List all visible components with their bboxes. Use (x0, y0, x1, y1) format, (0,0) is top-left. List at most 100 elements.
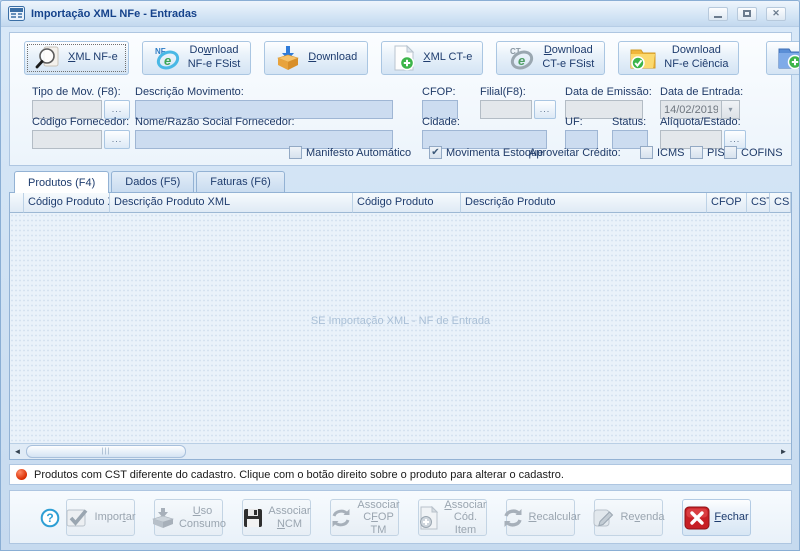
download-cte-fsist-button-label: DownloadCT-e FSist (542, 44, 594, 72)
checkbox-icms-label: ICMS (657, 147, 685, 159)
status-label: Status: (612, 116, 648, 128)
minimize-icon (714, 16, 722, 18)
descricao-movimento-field: Descrição Movimento: (135, 86, 393, 119)
app-window: Importação XML NFe - Entradas ✕ XML NF-e… (0, 0, 800, 551)
help-icon[interactable]: ? (40, 508, 60, 528)
tab-dados[interactable]: Dados (F5) (111, 171, 194, 192)
filial-field: Filial(F8): ... (480, 86, 556, 119)
titlebar: Importação XML NFe - Entradas ✕ (1, 1, 799, 27)
importar-button-label: Importar (95, 511, 136, 524)
col-descricao-produto[interactable]: Descrição Produto (461, 193, 707, 213)
associar-cfop-tm-button-label: AssociarCFOP TM (357, 499, 399, 537)
close-button[interactable]: ✕ (766, 7, 786, 21)
associar-ncm-button-label: AssociarNCM (268, 505, 310, 530)
download-nfe-fsist-button[interactable]: NFeDownloadNF-e FSist (142, 41, 252, 75)
unchecked-icon (690, 146, 703, 159)
aliquota-estado-label: Alíquota/Estado: (660, 116, 746, 128)
download-button[interactable]: Download (264, 41, 368, 75)
box-arrow-icon (151, 507, 175, 529)
filial-label: Filial(F8): (480, 86, 556, 98)
associar-cod-item-button-label: AssociarCód. Item (444, 499, 486, 537)
maximize-button[interactable] (737, 7, 757, 21)
checkbox-icms[interactable]: ICMS (640, 146, 685, 159)
download-nfe-ciencia-button[interactable]: DownloadNF-e Ciência (618, 41, 739, 75)
nfe-fsist-icon: NFe (153, 45, 181, 72)
alert-red-icon (16, 469, 27, 480)
checkbox-cofins[interactable]: COFINS (724, 146, 783, 159)
associar-ncm-button: AssociarNCM (242, 499, 311, 536)
xml-nfe-button[interactable]: XML NF-e (24, 41, 129, 75)
svg-text:e: e (164, 53, 171, 68)
footer-panel: ? Importar UsoConsumo AssociarNCM AssociarC… (9, 490, 792, 544)
status-message: Produtos com CST diferente do cadastro. … (34, 469, 564, 481)
check-icon (66, 507, 91, 529)
opcoes-button[interactable]: Opções + (766, 41, 800, 75)
aliquota-estado-field: Alíquota/Estado: ... (660, 116, 746, 149)
tab-strip: Produtos (F4)Dados (F5)Faturas (F6) (9, 170, 792, 192)
col-css[interactable]: CSS (770, 193, 791, 213)
svg-text:?: ? (46, 511, 53, 525)
folder-check-icon (629, 46, 657, 71)
xml-nfe-button-label: XML NF-e (68, 51, 118, 65)
fechar-button-label: Fechar (714, 511, 748, 524)
tab-faturas[interactable]: Faturas (F6) (196, 171, 285, 192)
grid-header: Código Produto XMLDescrição Produto XMLC… (10, 193, 791, 213)
associar-cod-item-button: AssociarCód. Item (418, 499, 487, 536)
document-plus-icon (418, 506, 440, 530)
maximize-icon (743, 10, 751, 17)
checkbox-cofins-label: COFINS (741, 147, 783, 159)
recalcular-button-label: Recalcular (529, 511, 581, 524)
checkbox-manifesto-automatico[interactable]: Manifesto Automático (289, 146, 411, 159)
descricao-movimento-label: Descrição Movimento: (135, 86, 393, 98)
checkbox-pis[interactable]: PIS (690, 146, 725, 159)
xml-cte-button-label: XML CT-e (423, 51, 472, 65)
download-cte-fsist-button[interactable]: CTeDownloadCT-e FSist (496, 41, 605, 75)
col-cfop[interactable]: CFOP (707, 193, 747, 213)
fechar-button[interactable]: Fechar (682, 499, 751, 536)
col-codigo-produto[interactable]: Código Produto (353, 193, 461, 213)
recalcular-button: Recalcular (506, 499, 575, 536)
unchecked-icon (289, 146, 302, 159)
col-codigo-produto-xml[interactable]: Código Produto XML (24, 193, 110, 213)
data-entrada-field: Data de Entrada: ▾ (660, 86, 743, 119)
associar-cfop-tm-button: AssociarCFOP TM (330, 499, 399, 536)
codigo-fornecedor-label: Código Fornecedor: (32, 116, 130, 128)
col-row-indicator[interactable] (10, 193, 24, 213)
tab-produtos[interactable]: Produtos (F4) (14, 171, 109, 193)
svg-text:e: e (518, 53, 525, 68)
xml-cte-button[interactable]: XML CT-e (381, 41, 483, 75)
scroll-right-icon[interactable]: ► (776, 444, 791, 459)
toolbar: XML NF-e NFeDownloadNF-e FSist Download XML… (24, 40, 800, 76)
col-descricao-produto-xml[interactable]: Descrição Produto XML (110, 193, 353, 213)
status-bar: Produtos com CST diferente do cadastro. … (9, 464, 792, 485)
download-button-label: Download (308, 51, 357, 65)
nome-fornecedor-field: Nome/Razão Social Fornecedor: (135, 116, 393, 149)
tipo-mov-field: Tipo de Mov. (F8): ... (32, 86, 130, 119)
sync-icon (329, 507, 353, 529)
scroll-grip-icon: ||| (102, 448, 110, 455)
importar-button: Importar (66, 499, 135, 536)
col-cst[interactable]: CST (747, 193, 770, 213)
download-box-icon (275, 45, 301, 71)
horizontal-scrollbar[interactable]: ◄ ||| ► (10, 443, 791, 459)
unchecked-icon (640, 146, 653, 159)
tab-control: Produtos (F4)Dados (F5)Faturas (F6) Códi… (9, 170, 792, 460)
grid-body[interactable]: SE Importação XML - NF de Entrada (10, 213, 791, 444)
scroll-left-icon[interactable]: ◄ (10, 444, 25, 459)
uso-consumo-button: UsoConsumo (154, 499, 223, 536)
refresh-icon (501, 507, 525, 529)
tipo-mov-label: Tipo de Mov. (F8): (32, 86, 130, 98)
grid-watermark: SE Importação XML - NF de Entrada (10, 315, 791, 327)
data-entrada-label: Data de Entrada: (660, 86, 743, 98)
close-red-icon (684, 506, 710, 530)
pencil-icon (592, 507, 616, 529)
scroll-thumb[interactable]: ||| (26, 445, 186, 458)
window-title: Importação XML NFe - Entradas (31, 8, 703, 20)
checkbox-manifesto-automatico-label: Manifesto Automático (306, 147, 411, 159)
xml-cte-plus-icon (392, 45, 416, 71)
cfop-label: CFOP: (422, 86, 458, 98)
app-icon (8, 6, 26, 22)
minimize-button[interactable] (708, 7, 728, 21)
unchecked-icon (724, 146, 737, 159)
checkbox-movimenta-estoque[interactable]: ✔Movimenta Estoque (429, 146, 543, 159)
